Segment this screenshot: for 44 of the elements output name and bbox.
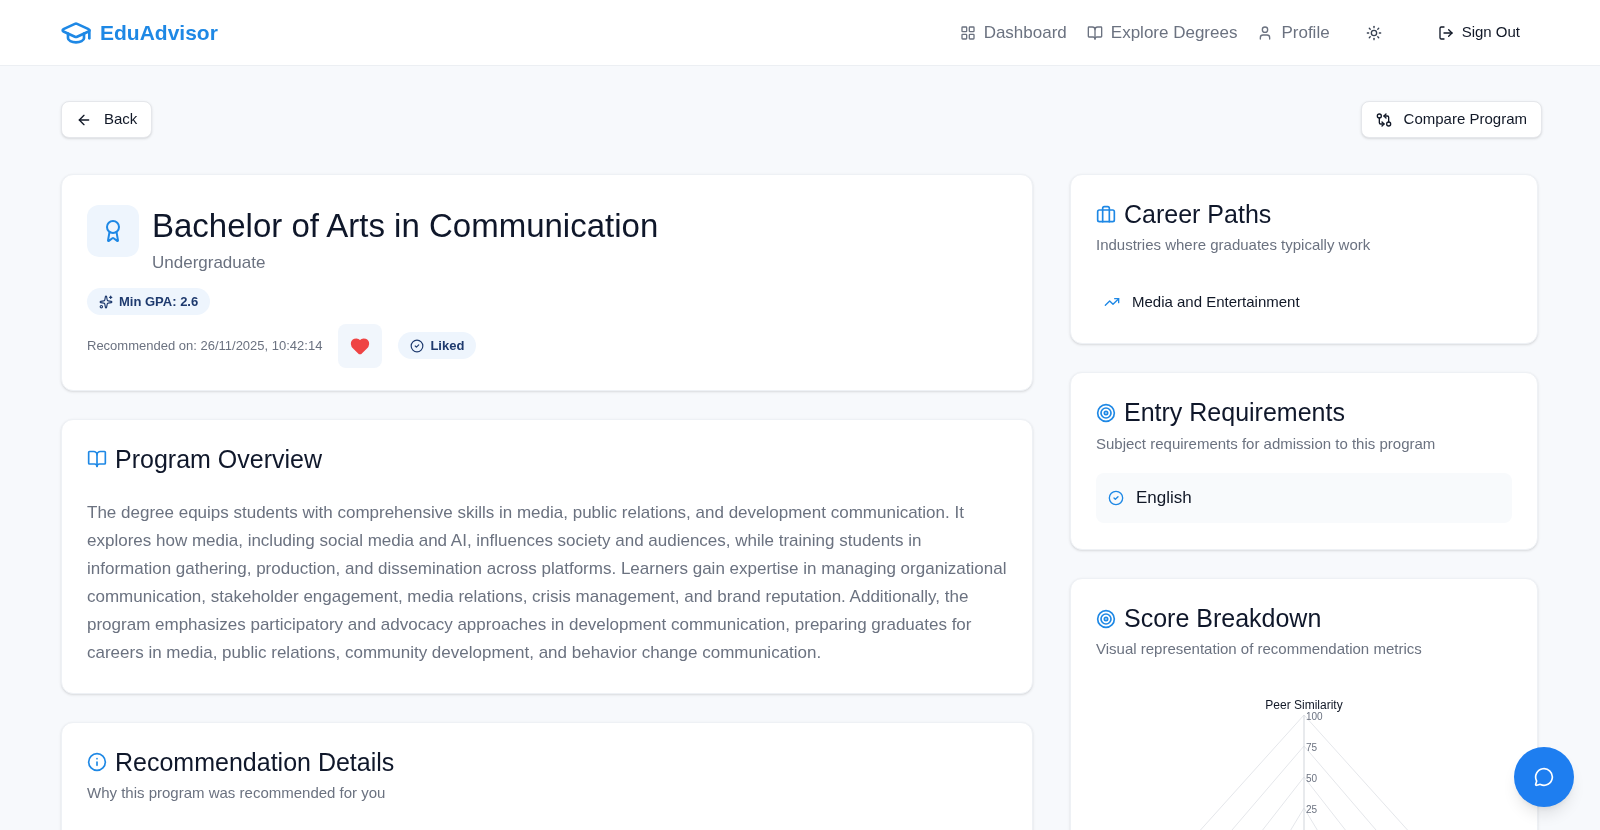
card-subtitle: Why this program was recommended for you: [87, 783, 387, 803]
compare-icon: [1375, 111, 1392, 128]
radar-tick-label: 100: [1306, 711, 1323, 722]
liked-badge: Liked: [398, 331, 477, 360]
chat-icon: [1534, 767, 1554, 787]
nav-link[interactable]: Dashboard: [959, 19, 1067, 46]
sign-out-button[interactable]: Sign Out: [1417, 21, 1540, 44]
requirement-label: English: [1136, 487, 1192, 510]
radar-tick-label: 50: [1306, 773, 1318, 784]
card-title: Entry Requirements: [1124, 397, 1345, 429]
radar-tick-label: 25: [1306, 804, 1318, 815]
career-item: Media and Entertainment: [1132, 291, 1300, 312]
card-title: Career Paths: [1124, 199, 1272, 230]
chat-button[interactable]: [1514, 747, 1574, 807]
like-button[interactable]: [338, 323, 383, 368]
overview-text: The degree equips students with comprehensive skills in media, public relations, and development communication. It explores how media, including social media and AI, influences society and audiences, while training students in information gathering, production, and dissemination across platforms. Learners gain expertise in managing organizational communication, stakeholder engagement, media relations, crisis management, and brand reputation. Additionally, the program emphasizes participatory and advocacy approaches in development communication, preparing graduates for careers in media, public relations, community development, and behavior change communication.: [87, 501, 1007, 664]
gpa-badge: Min GPA: 2.6: [87, 287, 211, 316]
sign-out-icon: [1437, 24, 1454, 41]
info-icon: [87, 752, 107, 773]
sun-icon: [1365, 24, 1382, 41]
brand-logo-text[interactable]: EduAdvisor: [100, 16, 218, 49]
card-title: Recommendation Details: [115, 746, 395, 778]
radar-axis-label: Peer Similarity: [1265, 698, 1343, 711]
book-icon: [87, 449, 107, 470]
radar-tick-label: 75: [1306, 742, 1318, 753]
nav-link[interactable]: Profile: [1257, 19, 1330, 46]
briefcase-icon: [1096, 204, 1116, 225]
card-title: Score Breakdown: [1124, 603, 1322, 634]
target-icon: [1096, 402, 1116, 423]
recommended-date: Recommended on: 26/11/2025, 10:42:14: [87, 336, 323, 355]
heart-icon: [350, 335, 371, 356]
book-icon: [1086, 24, 1103, 41]
card-title: Program Overview: [115, 443, 322, 475]
program-title: Bachelor of Arts in Communication: [152, 206, 659, 246]
nav-link[interactable]: Explore Degrees: [1086, 19, 1238, 46]
target-icon: [1096, 608, 1116, 629]
award-icon: [87, 205, 139, 257]
card-subtitle: Industries where graduates typically work: [1096, 235, 1372, 256]
card-subtitle: Visual representation of recommendation metrics: [1096, 639, 1423, 660]
compare-button[interactable]: Compare Program: [1360, 101, 1542, 138]
program-level: Undergraduate: [152, 252, 267, 275]
back-button[interactable]: Back: [61, 101, 153, 138]
card-subtitle: Subject requirements for admission to this program: [1096, 433, 1437, 454]
grid-icon: [959, 24, 976, 41]
